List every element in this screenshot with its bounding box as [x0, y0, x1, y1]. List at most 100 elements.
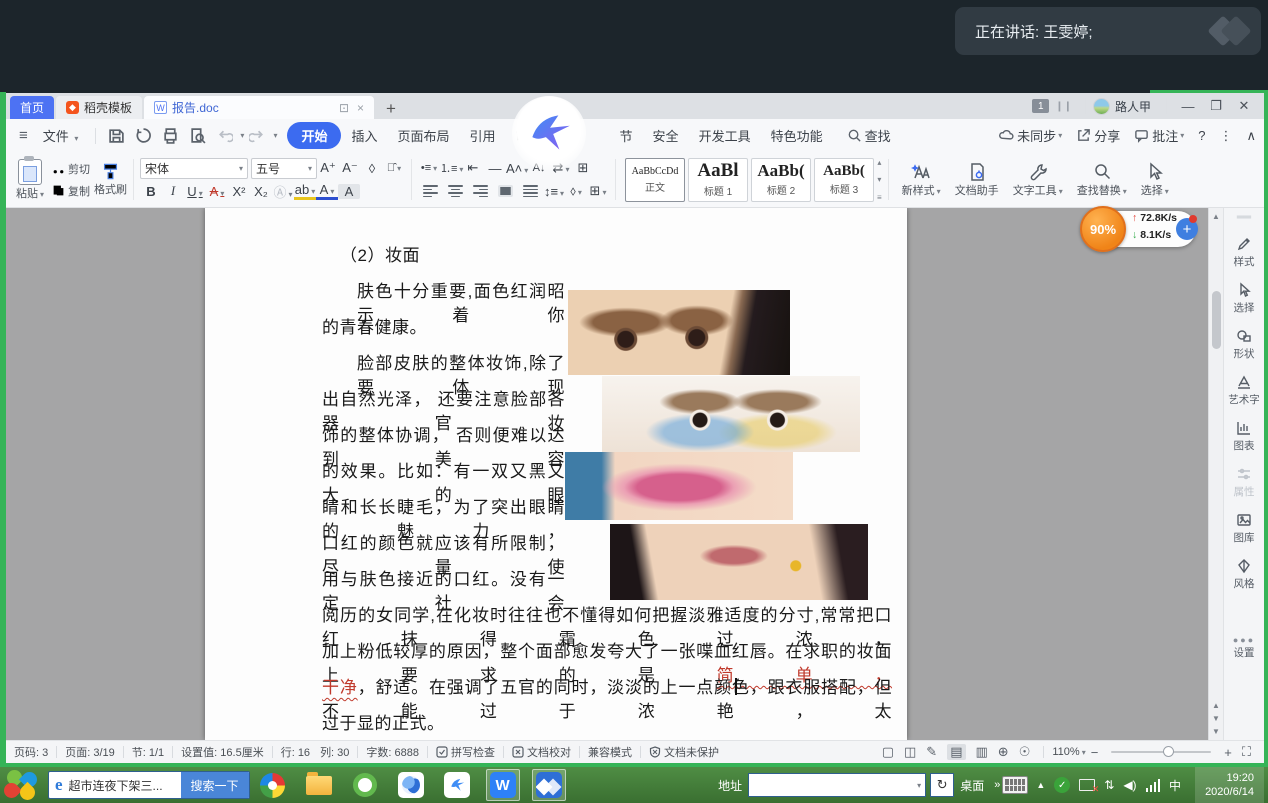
touch-keyboard-icon[interactable]: [1002, 776, 1028, 794]
tab-document[interactable]: W 报告.doc ⊡ ×: [144, 96, 374, 119]
tab-close-icon[interactable]: ×: [357, 101, 364, 115]
phonetic-guide-icon[interactable]: 文̂▾: [383, 162, 405, 174]
numbered-list-button[interactable]: ⒈≡▾: [440, 160, 462, 176]
undo-icon[interactable]: [216, 127, 233, 144]
document-page[interactable]: （2）妆面 肤色十分重要,面色红润昭示着你 的青春健康。 脸部皮肤的整体妆饰,除…: [205, 208, 907, 740]
window-count-badge[interactable]: 1: [1032, 99, 1049, 113]
style-scroll-up-icon[interactable]: ▴: [877, 158, 881, 167]
quickbar-more-icon[interactable]: ▾: [273, 131, 277, 140]
menu-tab-security[interactable]: 安全: [643, 123, 689, 148]
web-layout-icon[interactable]: ⊕: [998, 744, 1009, 760]
zoom-in-icon[interactable]: +: [1224, 745, 1232, 760]
taskbar-green-browser-icon[interactable]: [348, 769, 382, 801]
taskbar-meetbar-app-icon[interactable]: [532, 769, 566, 801]
menu-tab-section[interactable]: 节: [610, 123, 643, 148]
menu-tab-page-layout[interactable]: 页面布局: [387, 123, 459, 148]
sidebar-gallery-button[interactable]: 图库: [1234, 512, 1255, 545]
line-spacing-icon[interactable]: ↕≡▾: [543, 184, 565, 199]
menu-tab-start[interactable]: 开始: [287, 122, 341, 149]
new-tab-button[interactable]: +: [376, 99, 406, 119]
zoom-slider-knob[interactable]: [1163, 746, 1174, 757]
read-mode-icon[interactable]: ◫: [904, 744, 916, 760]
style-normal[interactable]: AaBbCcDd 正文: [625, 158, 685, 202]
align-left-icon[interactable]: [423, 185, 438, 197]
tab-docer-templates[interactable]: ◆ 稻壳模板: [56, 96, 142, 119]
print-layout-icon[interactable]: ▤: [947, 744, 965, 760]
select-tool-button[interactable]: 选择▾: [1141, 155, 1169, 204]
superscript-button[interactable]: X²: [228, 184, 250, 199]
subscript-button[interactable]: X₂: [250, 184, 272, 199]
export-pdf-icon[interactable]: [135, 127, 152, 144]
prev-page-icon[interactable]: ▲: [1212, 701, 1220, 710]
new-style-button[interactable]: 新样式▾: [902, 155, 941, 204]
scroll-up-icon[interactable]: ▲: [1212, 212, 1220, 221]
document-canvas[interactable]: （2）妆面 肤色十分重要,面色红润昭示着你 的青春健康。 脸部皮肤的整体妆饰,除…: [6, 208, 1208, 740]
copy-button[interactable]: 复制: [52, 180, 90, 202]
spell-check-button[interactable]: 拼写检查: [436, 744, 495, 760]
net-speed-widget[interactable]: ↑72.8K/s ↓8.1K/s 90% +: [1080, 206, 1198, 252]
strikethrough-button[interactable]: A▾: [206, 184, 228, 199]
font-size-select[interactable]: 五号▾: [251, 158, 317, 179]
style-gallery-more-icon[interactable]: ≡: [877, 193, 882, 202]
net-percent-badge[interactable]: 90%: [1080, 206, 1126, 252]
menu-tab-dev-tools[interactable]: 开发工具: [689, 123, 761, 148]
highlight-color-button[interactable]: ab▾: [294, 182, 316, 200]
collapse-ribbon-icon[interactable]: ∧: [1246, 128, 1256, 144]
underline-button[interactable]: U▾: [184, 184, 206, 199]
photo-lips-1[interactable]: [565, 452, 793, 520]
photo-face-finger[interactable]: [610, 524, 868, 600]
ime-indicator[interactable]: 中: [1169, 777, 1181, 794]
taskbar-thunder-icon[interactable]: [440, 769, 474, 801]
taskbar-wps-icon[interactable]: W: [486, 769, 520, 801]
decrease-font-icon[interactable]: A⁻: [339, 160, 361, 176]
find-replace-button[interactable]: 查找替换▾: [1077, 155, 1127, 204]
chevron-expand-icon[interactable]: »: [994, 779, 998, 791]
tray-volume-icon[interactable]: ◀): [1123, 778, 1136, 792]
sidebar-drag-handle[interactable]: ══: [1237, 212, 1251, 223]
photo-eyes-2[interactable]: [602, 376, 860, 452]
next-page-icon[interactable]: ▼: [1212, 727, 1220, 736]
menu-find[interactable]: 查找: [847, 126, 891, 145]
taskbar-file-explorer-icon[interactable]: [302, 769, 336, 801]
minimize-button[interactable]: —: [1174, 99, 1202, 114]
print-icon[interactable]: [162, 127, 179, 144]
align-right-icon[interactable]: [473, 185, 488, 197]
underline-long-icon[interactable]: —: [484, 161, 506, 176]
restore-button[interactable]: ❐: [1202, 98, 1230, 114]
tab-home[interactable]: 首页: [10, 96, 54, 119]
style-heading3[interactable]: AaBb( 标题 3: [814, 158, 874, 202]
zoom-slider[interactable]: [1111, 751, 1211, 753]
enclosed-char-button[interactable]: Ⓐ▾: [272, 182, 294, 201]
tray-show-hidden-icon[interactable]: ▲: [1036, 780, 1045, 790]
decrease-indent-icon[interactable]: ⇤: [462, 160, 484, 176]
hamburger-icon[interactable]: ≡: [19, 127, 28, 144]
save-icon[interactable]: [108, 127, 125, 144]
zoom-level[interactable]: 110%: [1052, 746, 1079, 758]
tab-share-screen-icon[interactable]: ⊡: [339, 101, 349, 115]
bullet-list-button[interactable]: •≡▾: [418, 162, 440, 174]
char-shading-button[interactable]: A: [338, 184, 360, 199]
avatar[interactable]: [1093, 98, 1110, 115]
tray-signal-icon[interactable]: [1146, 779, 1161, 792]
address-go-button[interactable]: ↻: [930, 773, 954, 797]
style-scroll-down-icon[interactable]: ▾: [877, 175, 881, 184]
zoom-out-icon[interactable]: −: [1091, 745, 1099, 760]
sidebar-select-button[interactable]: 选择: [1234, 282, 1255, 315]
text-effects-icon[interactable]: A˄▾: [506, 161, 528, 176]
menu-file[interactable]: 文件 ▾: [33, 123, 89, 148]
scroll-down-icon[interactable]: ▼: [1212, 714, 1220, 723]
align-center-icon[interactable]: [448, 185, 463, 197]
taskbar-360-browser-icon[interactable]: [256, 769, 290, 801]
comment-button[interactable]: 批注▾: [1134, 126, 1184, 145]
outline-view-icon[interactable]: ▥: [976, 744, 988, 760]
fit-page-icon[interactable]: ⛶: [1242, 744, 1251, 760]
distribute-icon[interactable]: [523, 185, 538, 197]
paste-button[interactable]: 粘贴▾: [12, 159, 48, 201]
borders-icon[interactable]: ⊞▾: [587, 183, 609, 199]
share-button[interactable]: 分享: [1076, 126, 1120, 145]
sidebar-style-button[interactable]: 样式: [1234, 236, 1255, 269]
sidebar-wordart-button[interactable]: 艺术字: [1228, 374, 1260, 407]
tray-security-icon[interactable]: ✓: [1054, 777, 1070, 793]
menu-tab-features[interactable]: 特色功能: [761, 123, 833, 148]
redo-icon[interactable]: [249, 127, 266, 144]
